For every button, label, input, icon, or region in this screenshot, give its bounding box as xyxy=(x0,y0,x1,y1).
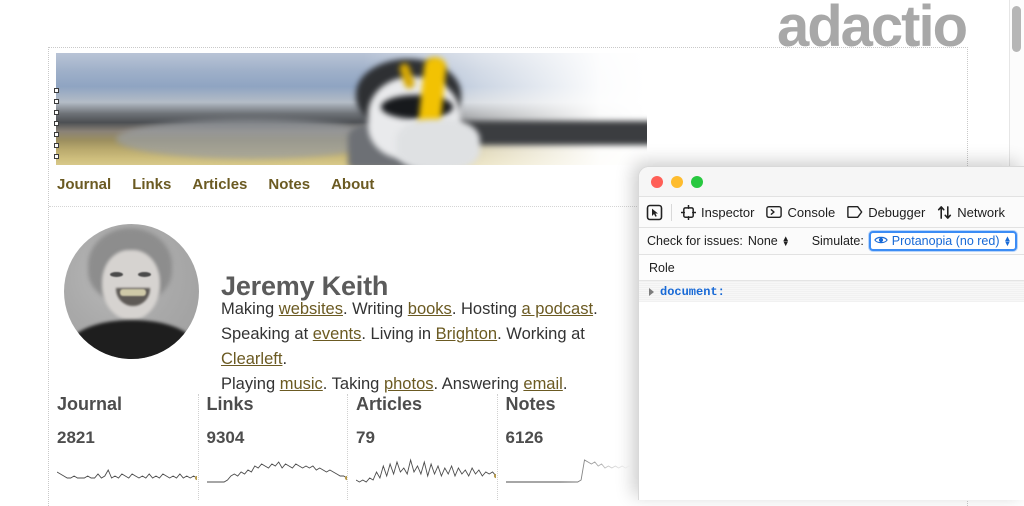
tree-row-document[interactable]: document: xyxy=(639,281,1024,302)
check-for-issues-select[interactable]: None ▲▼ xyxy=(748,234,790,248)
zoom-button[interactable] xyxy=(691,176,703,188)
element-picker-icon[interactable] xyxy=(646,204,668,221)
bio-text-segment: . xyxy=(593,300,598,318)
stat-label: Notes xyxy=(506,394,647,415)
avatar xyxy=(64,224,199,359)
nav-divider xyxy=(49,206,647,207)
devtools-toolbar: Inspector Console Debugger Network xyxy=(639,197,1024,228)
stat-label: Articles xyxy=(356,394,497,415)
banner-marker xyxy=(54,154,59,159)
nav-item-articles[interactable]: Articles xyxy=(192,176,247,193)
stepper-icon: ▲▼ xyxy=(782,236,790,246)
tab-console[interactable]: Console xyxy=(766,205,835,220)
simulate-value: Protanopia (no red) xyxy=(892,234,1000,248)
bio-text-segment: Speaking at xyxy=(221,325,313,343)
banner-marker xyxy=(54,132,59,137)
simulate-select[interactable]: Protanopia (no red) ▲▼ xyxy=(869,231,1018,251)
stat-label: Journal xyxy=(57,394,198,415)
tab-inspector[interactable]: Inspector xyxy=(681,205,754,220)
stats-row: Journal 2821 Links 9304 Articles 79 Notes 6126 xyxy=(49,394,647,500)
page-scrollbar-thumb[interactable] xyxy=(1012,6,1021,52)
check-for-issues-label: Check for issues: xyxy=(647,234,743,248)
banner-marker xyxy=(54,121,59,126)
chevron-right-icon[interactable] xyxy=(649,288,654,296)
bio-line: Making websites. Writing books. Hosting … xyxy=(221,297,641,322)
stat-column-journal[interactable]: Journal 2821 xyxy=(49,394,199,500)
devtools-accessibility-subbar: Check for issues: None ▲▼ Simulate: Prot… xyxy=(639,228,1024,255)
bio-link[interactable]: photos xyxy=(384,375,434,393)
bio-text-segment: Playing xyxy=(221,375,280,393)
bio-line: Speaking at events. Living in Brighton. … xyxy=(221,322,641,372)
stat-sparkline xyxy=(207,458,348,493)
minimize-button[interactable] xyxy=(671,176,683,188)
avatar-eye-left xyxy=(110,272,123,277)
accessibility-tree: document: xyxy=(639,281,1024,302)
stat-column-articles[interactable]: Articles 79 xyxy=(348,394,498,500)
bio-link[interactable]: a podcast xyxy=(522,300,594,318)
bio-link[interactable]: Clearleft xyxy=(221,350,282,368)
banner-side-markers xyxy=(49,88,63,160)
close-button[interactable] xyxy=(651,176,663,188)
accessibility-tree-column-header: Role xyxy=(639,255,1024,281)
nav-item-journal[interactable]: Journal xyxy=(57,176,111,193)
tree-row-document-label: document: xyxy=(660,285,725,299)
bio-text-segment: . Taking xyxy=(323,375,384,393)
eye-icon xyxy=(874,234,888,248)
site-nav: Journal Links Articles Notes About xyxy=(57,176,395,193)
stat-count: 79 xyxy=(356,428,497,448)
header-banner xyxy=(49,53,647,165)
stat-count: 6126 xyxy=(506,428,647,448)
nav-item-links[interactable]: Links xyxy=(132,176,171,193)
bio-text-segment: . Working at xyxy=(497,325,585,343)
bio-text-segment: . xyxy=(282,350,287,368)
bio-text-segment: . Answering xyxy=(434,375,524,393)
simulate-label: Simulate: xyxy=(812,234,864,248)
banner-marker xyxy=(54,99,59,104)
stat-count: 2821 xyxy=(57,428,198,448)
bio-link[interactable]: music xyxy=(280,375,323,393)
avatar-shirt xyxy=(70,320,194,359)
bio-link[interactable]: email xyxy=(523,375,562,393)
banner-dust xyxy=(116,119,386,159)
stat-label: Links xyxy=(207,394,348,415)
bio-text: Making websites. Writing books. Hosting … xyxy=(221,297,641,397)
bio-text-segment: . xyxy=(563,375,568,393)
banner-marker xyxy=(54,110,59,115)
bio-text-segment: . Hosting xyxy=(452,300,522,318)
bio-link[interactable]: Brighton xyxy=(436,325,497,343)
bio-link[interactable]: events xyxy=(313,325,362,343)
stat-column-links[interactable]: Links 9304 xyxy=(199,394,349,500)
stat-count: 9304 xyxy=(207,428,348,448)
tab-network-label: Network xyxy=(957,205,1005,220)
nav-item-notes[interactable]: Notes xyxy=(268,176,310,193)
stepper-icon: ▲▼ xyxy=(1004,236,1012,246)
banner-image xyxy=(56,53,647,165)
bio-text-segment: Making xyxy=(221,300,279,318)
avatar-eye-right xyxy=(138,272,151,277)
toolbar-divider xyxy=(671,204,672,221)
devtools-titlebar xyxy=(639,167,1024,197)
banner-trooper-hand xyxy=(396,119,480,165)
stat-column-notes[interactable]: Notes 6126 xyxy=(498,394,647,500)
stat-sparkline xyxy=(356,458,497,493)
stat-sparkline xyxy=(57,458,198,493)
avatar-teeth xyxy=(120,289,146,296)
column-header-role: Role xyxy=(649,261,675,275)
tab-console-label: Console xyxy=(787,205,835,220)
check-for-issues-value: None xyxy=(748,234,778,248)
tab-network[interactable]: Network xyxy=(937,205,1005,220)
devtools-window: Inspector Console Debugger Network Check… xyxy=(638,166,1024,500)
bio-link[interactable]: websites xyxy=(279,300,343,318)
tab-inspector-label: Inspector xyxy=(701,205,754,220)
bio-link[interactable]: books xyxy=(408,300,452,318)
tab-debugger[interactable]: Debugger xyxy=(847,205,925,220)
bio-text-segment: . Writing xyxy=(343,300,408,318)
bio-text-segment: . Living in xyxy=(361,325,435,343)
stat-sparkline xyxy=(506,458,647,493)
nav-item-about[interactable]: About xyxy=(331,176,374,193)
banner-marker xyxy=(54,143,59,148)
tab-debugger-label: Debugger xyxy=(868,205,925,220)
banner-marker xyxy=(54,88,59,93)
avatar-face xyxy=(102,250,160,320)
